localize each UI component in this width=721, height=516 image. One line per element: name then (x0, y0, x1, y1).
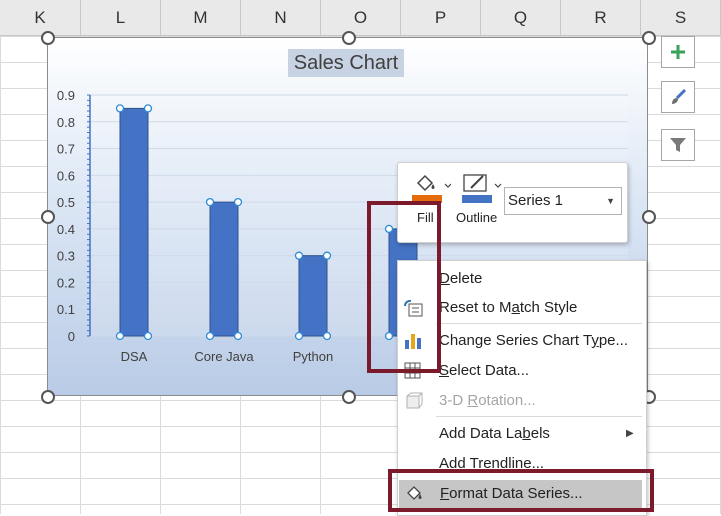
column-header-q[interactable]: Q (481, 0, 561, 35)
menu-item-3d-rotation: 3-D Rotation... (398, 387, 646, 415)
chart-filters-button[interactable] (661, 129, 695, 161)
highlight-box-series (367, 201, 441, 373)
menu-separator (436, 416, 642, 417)
column-header-n[interactable]: N (241, 0, 321, 35)
cube-icon (406, 392, 423, 409)
chart-resize-handle-bottom-left[interactable] (41, 390, 55, 404)
outline-button[interactable] (461, 171, 503, 207)
column-header-k[interactable]: K (0, 0, 81, 35)
chart-resize-handle-top[interactable] (342, 31, 356, 45)
menu-item-add-data-labels[interactable]: Add Data Labels ▶ (398, 420, 646, 448)
chart-resize-handle-bottom[interactable] (342, 390, 356, 404)
chart-title[interactable]: Sales Chart (288, 49, 404, 77)
chart-elements-button[interactable] (661, 36, 695, 68)
highlight-box-format-data-series (388, 469, 654, 512)
column-header-l[interactable]: L (81, 0, 161, 35)
submenu-arrow-icon: ▶ (626, 428, 634, 439)
chevron-down-icon: ▼ (606, 196, 615, 206)
filter-icon (670, 138, 686, 152)
series-selected-value: Series 1 (508, 192, 564, 209)
chart-resize-handle-top-right[interactable] (642, 31, 656, 45)
brush-icon (672, 88, 687, 104)
column-header-bar: K L M N O P Q R S (0, 0, 721, 36)
column-header-m[interactable]: M (161, 0, 241, 35)
series-selector-dropdown[interactable]: Series 1 ▼ (504, 187, 622, 215)
column-header-p[interactable]: P (401, 0, 481, 35)
menu-separator (436, 323, 642, 324)
column-header-o[interactable]: O (321, 0, 401, 35)
column-header-r[interactable]: R (561, 0, 641, 35)
outline-label: Outline (456, 210, 498, 225)
chart-resize-handle-left[interactable] (41, 210, 55, 224)
pen-outline-icon (462, 174, 502, 203)
column-header-s[interactable]: S (641, 0, 721, 35)
chart-resize-handle-right[interactable] (642, 210, 656, 224)
chart-styles-button[interactable] (661, 81, 695, 113)
plus-icon (671, 45, 685, 59)
chart-resize-handle-top-left[interactable] (41, 31, 55, 45)
